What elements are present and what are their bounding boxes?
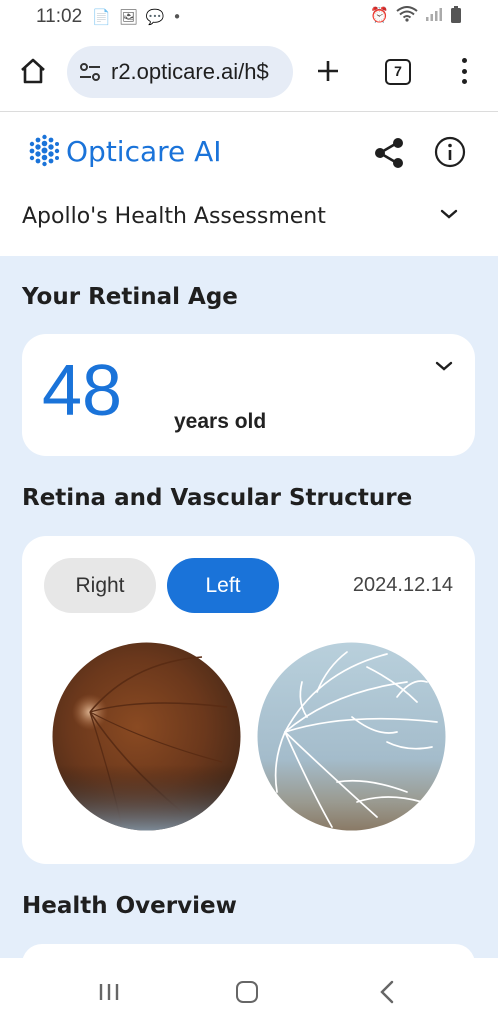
scan-date: 2024.12.14 — [352, 574, 453, 596]
chevron-down-icon[interactable] — [435, 360, 453, 372]
battery-icon — [450, 6, 462, 28]
plus-icon — [318, 61, 338, 81]
browser-toolbar: r2.opticare.ai/h$ 7 — [0, 34, 498, 112]
assessment-selector[interactable]: Apollo's Health Assessment — [22, 200, 462, 232]
system-home-icon[interactable] — [236, 981, 258, 1003]
message-notification-icon: 💬 — [145, 8, 165, 26]
info-button[interactable] — [434, 136, 466, 168]
status-bar: 11:02 📄 🖼 💬 • ⏰ — [0, 0, 498, 34]
share-button[interactable] — [372, 136, 406, 170]
brand-logo[interactable]: Opticare AI — [24, 132, 222, 170]
retinal-age-value: 48 — [42, 351, 123, 431]
more-notifications-dot-icon: • — [172, 8, 182, 26]
health-overview-card — [22, 944, 475, 958]
retina-card: Right Left 2024.12.14 — [22, 536, 475, 864]
vessel-segmentation-image — [257, 642, 446, 831]
eye-tab-right[interactable]: Right — [44, 558, 156, 613]
main-content: Your Retinal Age 48 years old Retina and… — [0, 256, 498, 958]
health-overview-heading: Health Overview — [22, 893, 237, 919]
wifi-icon — [396, 6, 418, 28]
brand-name: Opticare AI — [66, 134, 222, 168]
menu-dot-icon — [461, 79, 467, 84]
browser-home-button[interactable] — [18, 56, 48, 86]
alarm-icon: ⏰ — [370, 6, 389, 24]
file-notification-icon: 📄 — [92, 8, 111, 26]
address-bar[interactable]: r2.opticare.ai/h$ — [67, 46, 293, 98]
recent-apps-icon[interactable] — [97, 982, 121, 1002]
url-text[interactable]: r2.opticare.ai/h$ — [111, 59, 269, 85]
app-header: Opticare AI Apollo's Health Assessment — [0, 112, 498, 256]
chevron-down-icon — [440, 209, 458, 219]
system-navigation-bar — [0, 958, 498, 1024]
opticare-logo-icon — [29, 134, 60, 167]
site-settings-icon[interactable] — [79, 62, 101, 82]
browser-menu-button[interactable] — [452, 56, 476, 86]
home-icon — [21, 58, 45, 84]
signal-icon — [425, 6, 443, 28]
status-time: 11:02 — [36, 6, 83, 27]
back-icon[interactable] — [378, 980, 396, 1004]
retinal-age-unit: years old — [174, 410, 267, 433]
fundus-photo — [52, 642, 241, 831]
page-title: Apollo's Health Assessment — [22, 203, 326, 229]
retinal-age-heading: Your Retinal Age — [22, 284, 238, 310]
info-icon — [434, 136, 466, 168]
menu-dot-icon — [461, 68, 467, 74]
retina-structure-heading: Retina and Vascular Structure — [22, 485, 413, 511]
share-icon — [375, 138, 403, 168]
tab-switcher-button[interactable]: 7 — [385, 59, 411, 85]
new-tab-button[interactable] — [313, 56, 343, 86]
retinal-age-card[interactable]: 48 years old — [22, 334, 475, 456]
menu-dot-icon — [461, 58, 467, 63]
gallery-notification-icon: 🖼 — [118, 8, 138, 26]
eye-tab-left[interactable]: Left — [167, 558, 279, 613]
